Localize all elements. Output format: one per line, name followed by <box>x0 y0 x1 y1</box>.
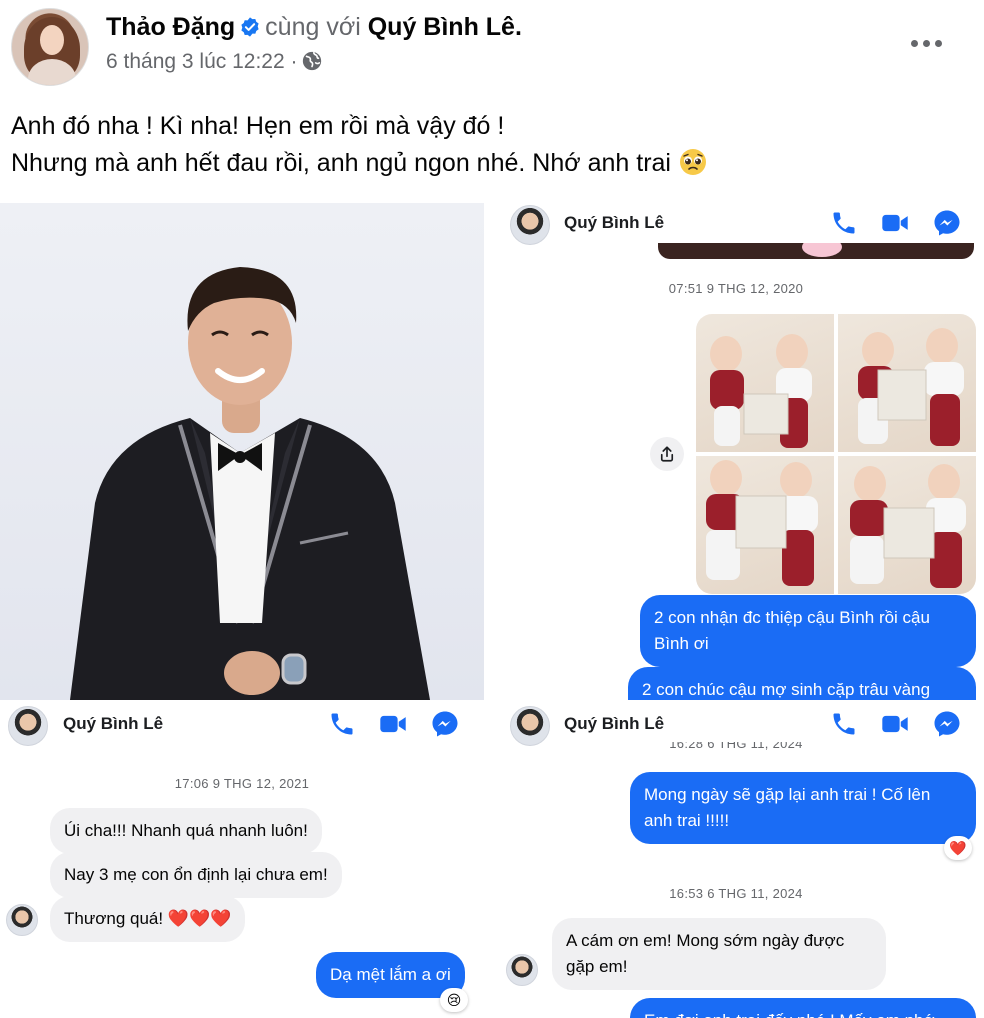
tagged-person[interactable]: Quý Bình Lê <box>368 13 515 41</box>
post-caption: Anh đó nha ! Kì nha! Hẹn em rồi mà vậy đ… <box>11 108 971 182</box>
chat-screenshot-2024[interactable]: Quý Bình Lê 16:28 6 THG 11, 2024 Mong ng… <box>488 704 984 1018</box>
chat-timestamp: 07:51 9 THG 12, 2020 <box>668 281 804 296</box>
caption-line-2: Nhưng mà anh hết đau rồi, anh ngủ ngon n… <box>11 145 971 182</box>
contact-name: Quý Bình Lê <box>564 213 665 232</box>
contact-mini-avatar <box>506 954 538 986</box>
contact-avatar <box>8 706 48 746</box>
author-name[interactable]: Thảo Đặng <box>106 13 235 41</box>
outgoing-message: Mong ngày sẽ gặp lại anh trai ! Cố lên a… <box>630 772 976 844</box>
globe-icon[interactable] <box>301 50 323 72</box>
incoming-message: Thương quá! ❤️❤️❤️ <box>50 896 246 942</box>
chat-timestamp-partial: 16:28 6 THG 11, 2024 <box>669 742 803 751</box>
incoming-message: Nay 3 mẹ con ổn định lại chưa em! <box>50 852 342 898</box>
messenger-logo-icon <box>934 711 960 737</box>
share-icon <box>660 446 674 462</box>
phone-icon <box>331 713 353 735</box>
chat-screenshot-2021[interactable]: Quý Bình Lê 17:06 9 THG 12, 2021 Úi cha!… <box>0 704 484 1018</box>
tagged-suffix: . <box>514 13 522 41</box>
phone-icon <box>833 713 855 735</box>
with-text: cùng với <box>265 13 361 41</box>
chat-screenshot-2020[interactable]: Quý Bình Lê 07:51 9 THG 12, 2020 2 con n… <box>488 203 984 700</box>
messenger-logo-icon <box>934 210 960 236</box>
pleading-face-emoji-icon <box>679 149 706 175</box>
phone-icon <box>833 212 855 234</box>
more-dot-icon <box>910 39 918 47</box>
reaction-badge[interactable]: 😢 <box>440 988 468 1012</box>
baby-photo <box>838 314 976 452</box>
outgoing-message: 2 con chúc cậu mợ sinh cặp trâu vàng <box>628 667 976 700</box>
share-button[interactable] <box>650 437 684 471</box>
author-avatar[interactable] <box>11 8 89 86</box>
incoming-message: Úi cha!!! Nhanh quá nhanh luôn! <box>50 808 322 854</box>
contact-name: Quý Bình Lê <box>564 714 665 733</box>
author-line: Thảo Đặng cùng với Quý Bình Lê. <box>106 11 522 43</box>
post-header: Thảo Đặng cùng với Quý Bình Lê. 6 tháng 3… <box>0 0 984 100</box>
verified-badge-icon <box>241 17 259 37</box>
messenger-header: Quý Bình Lê <box>488 203 984 245</box>
baby-photo <box>838 456 976 594</box>
messenger-header: Quý Bình Lê <box>0 704 484 746</box>
portrait-illustration <box>70 267 430 700</box>
baby-photo-grid[interactable] <box>696 314 976 594</box>
contact-avatar <box>510 706 550 746</box>
caption-line-1: Anh đó nha ! Kì nha! Hẹn em rồi mà vậy đ… <box>11 112 505 140</box>
caption-line-2-text: Nhưng mà anh hết đau rồi, anh ngủ ngon n… <box>11 149 671 177</box>
post-timestamp[interactable]: 6 tháng 3 lúc 12:22 · <box>106 50 297 73</box>
outgoing-message-partial: Em đợi anh trai đấy nhé ! Mấy em nhớ <box>630 998 976 1018</box>
reaction-badge[interactable]: ❤️ <box>944 836 972 860</box>
post-meta: 6 tháng 3 lúc 12:22 · <box>106 50 323 74</box>
baby-photo <box>696 314 834 452</box>
more-dot-icon <box>922 39 930 47</box>
messenger-actions <box>830 208 962 238</box>
contact-avatar <box>510 205 550 245</box>
outgoing-message: 2 con nhận đc thiệp cậu Bình rồi cậu Bìn… <box>640 595 976 667</box>
more-options-button[interactable] <box>906 28 946 58</box>
messenger-header: Quý Bình Lê <box>488 704 984 746</box>
more-dot-icon <box>934 39 942 47</box>
baby-photo <box>696 456 834 594</box>
portrait-photo[interactable] <box>0 203 484 700</box>
video-call-icon <box>882 715 908 733</box>
chat-timestamp: 17:06 9 THG 12, 2021 <box>174 776 310 791</box>
previous-image-strip <box>658 243 974 259</box>
messenger-actions <box>328 709 460 739</box>
video-call-icon <box>882 214 908 232</box>
contact-mini-avatar <box>6 904 38 936</box>
video-call-icon <box>380 715 406 733</box>
messenger-logo-icon <box>432 711 458 737</box>
photo-grid: Quý Bình Lê 07:51 9 THG 12, 2020 2 con n… <box>0 203 984 1018</box>
messenger-actions <box>830 709 962 739</box>
chat-timestamp: 16:53 6 THG 11, 2024 <box>669 886 803 901</box>
incoming-message: A cám ơn em! Mong sớm ngày được gặp em! <box>552 918 886 990</box>
contact-name: Quý Bình Lê <box>63 714 164 733</box>
